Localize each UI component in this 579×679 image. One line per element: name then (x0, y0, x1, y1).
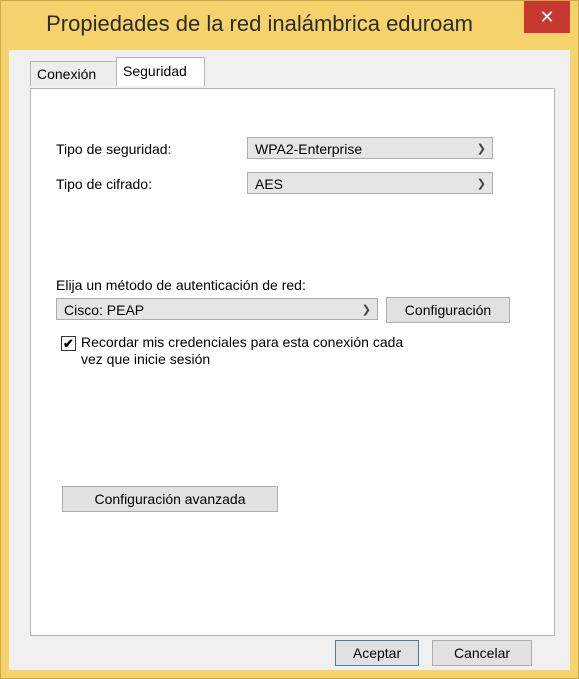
auth-method-select[interactable]: Cisco: PEAP ❯ (56, 298, 378, 320)
ok-button[interactable]: Aceptar (335, 640, 419, 666)
auth-method-label: Elija un método de autenticación de red: (56, 277, 306, 293)
close-button[interactable]: ✕ (524, 1, 570, 33)
chevron-down-icon: ❯ (476, 143, 486, 155)
chevron-down-icon: ❯ (361, 304, 371, 316)
dialog-window: Propiedades de la red inalámbrica eduroa… (0, 0, 579, 679)
cancel-button[interactable]: Cancelar (432, 640, 532, 666)
window-title: Propiedades de la red inalámbrica eduroa… (46, 11, 473, 36)
close-icon: ✕ (539, 7, 555, 27)
remember-credentials-checkbox[interactable]: ✔ (61, 336, 76, 351)
cipher-type-value: AES (255, 176, 284, 192)
chevron-down-icon: ❯ (476, 178, 486, 190)
dialog-client-area: Conexión Seguridad Tipo de seguridad: WP… (9, 50, 570, 670)
cipher-type-select[interactable]: AES ❯ (247, 172, 493, 194)
remember-credentials-line1: Recordar mis credenciales para esta cone… (81, 334, 404, 350)
auth-config-button[interactable]: Configuración (386, 297, 510, 323)
remember-credentials-line2: vez que inicie sesión (81, 351, 211, 367)
title-bar[interactable]: Propiedades de la red inalámbrica eduroa… (1, 1, 578, 49)
security-type-select[interactable]: WPA2-Enterprise ❯ (247, 137, 493, 159)
security-tab-panel: Tipo de seguridad: WPA2-Enterprise ❯ Tip… (30, 88, 555, 636)
security-type-label: Tipo de seguridad: (56, 141, 172, 157)
tab-conexion[interactable]: Conexión (30, 61, 118, 86)
tab-seguridad[interactable]: Seguridad (116, 57, 205, 86)
auth-method-value: Cisco: PEAP (64, 302, 145, 318)
security-type-value: WPA2-Enterprise (255, 141, 363, 157)
remember-credentials-label[interactable]: Recordar mis credenciales para esta cone… (81, 334, 403, 368)
checkmark-icon: ✔ (63, 336, 74, 351)
cipher-type-label: Tipo de cifrado: (56, 176, 152, 192)
advanced-settings-button[interactable]: Configuración avanzada (62, 486, 278, 512)
